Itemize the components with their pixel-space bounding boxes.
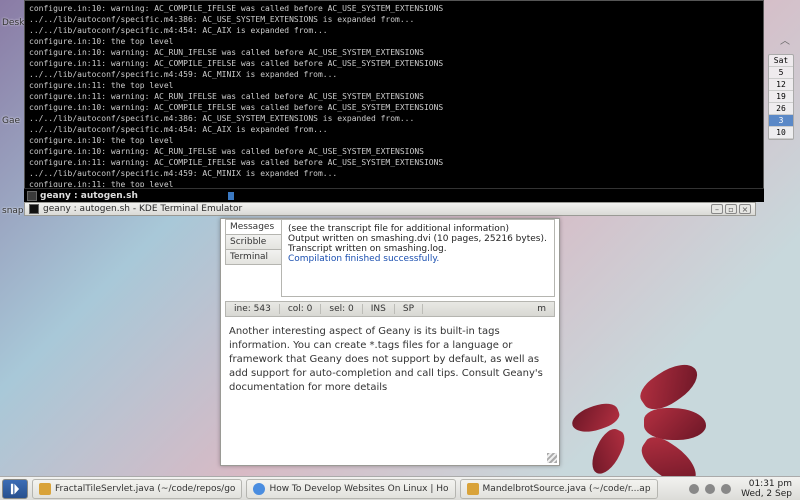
calendar-day[interactable]: 12	[769, 79, 793, 91]
status-extra: m	[529, 304, 554, 314]
calendar-day[interactable]: 5	[769, 67, 793, 79]
system-tray	[689, 484, 731, 494]
tray-icon[interactable]	[689, 484, 699, 494]
clock-time: 01:31 pm	[741, 479, 792, 489]
tray-icon[interactable]	[705, 484, 715, 494]
status-line: ine: 543	[226, 304, 280, 314]
konsole-title-text: geany : autogen.sh - KDE Terminal Emulat…	[43, 204, 242, 214]
konsole-icon	[29, 204, 39, 214]
tab-messages[interactable]: Messages	[225, 219, 281, 235]
status-enc: SP	[395, 304, 423, 314]
messages-body[interactable]: (see the transcript file for additional …	[281, 219, 555, 297]
messages-tab-strip: Messages Scribble Terminal	[225, 219, 281, 264]
tray-icon[interactable]	[721, 484, 731, 494]
file-icon	[467, 483, 479, 495]
desktop-calendar-widget[interactable]: Sat 5 12 19 26 3 10	[768, 54, 794, 140]
task-item-fractal[interactable]: FractalTileServlet.java (~/code/repos/go	[32, 479, 242, 499]
clock-date: Wed, 2 Sep	[741, 489, 792, 499]
terminal-activity-indicator	[228, 192, 234, 200]
konsole-titlebar[interactable]: geany : autogen.sh - KDE Terminal Emulat…	[24, 202, 756, 216]
task-item-label: FractalTileServlet.java (~/code/repos/go	[55, 484, 235, 494]
calendar-day[interactable]: 10	[769, 127, 793, 139]
terminal-output: configure.in:10: warning: AC_COMPILE_IFE…	[25, 1, 763, 187]
desktop-gae-icon[interactable]: Gae	[2, 116, 20, 126]
calendar-day-today[interactable]: 3	[769, 115, 793, 127]
k-menu-button[interactable]	[2, 479, 28, 499]
calendar-day[interactable]: 26	[769, 103, 793, 115]
desktop-snap-icon[interactable]: snap	[2, 206, 24, 216]
editor-statusbar: ine: 543 col: 0 sel: 0 INS SP m	[225, 301, 555, 317]
article-text: Another interesting aspect of Geany is i…	[229, 325, 551, 395]
messages-line: Transcript written on smashing.log.	[288, 244, 548, 254]
resize-grip-icon[interactable]	[547, 453, 557, 463]
status-col: col: 0	[280, 304, 322, 314]
terminal-tab-bar: geany : autogen.sh	[24, 188, 764, 202]
status-sel: sel: 0	[321, 304, 362, 314]
maximize-button[interactable]: ▫	[725, 204, 737, 214]
globe-icon	[253, 483, 265, 495]
minimize-button[interactable]: –	[711, 204, 723, 214]
calendar-header: Sat	[769, 55, 793, 67]
status-mode: INS	[363, 304, 395, 314]
taskbar-clock[interactable]: 01:31 pm Wed, 2 Sep	[735, 479, 798, 499]
kde-logo-icon	[8, 482, 22, 496]
geany-messages-panel: Messages Scribble Terminal (see the tran…	[220, 218, 560, 466]
calendar-day[interactable]: 19	[769, 91, 793, 103]
tab-terminal[interactable]: Terminal	[225, 249, 281, 265]
close-button[interactable]: ×	[739, 204, 751, 214]
messages-line: (see the transcript file for additional …	[288, 224, 548, 234]
messages-success-line: Compilation finished successfully.	[288, 254, 548, 264]
file-icon	[39, 483, 51, 495]
wallpaper-leaf	[602, 368, 722, 468]
terminal-tab-label[interactable]: geany : autogen.sh	[40, 191, 138, 201]
tab-scribble[interactable]: Scribble	[225, 234, 281, 250]
task-item-label: MandelbrotSource.java (~/code/r...ap	[483, 484, 651, 494]
task-item-mandelbrot[interactable]: MandelbrotSource.java (~/code/r...ap	[460, 479, 658, 499]
taskbar: FractalTileServlet.java (~/code/repos/go…	[0, 476, 800, 500]
terminal-tab-icon	[27, 191, 37, 201]
terminal-window[interactable]: configure.in:10: warning: AC_COMPILE_IFE…	[24, 0, 764, 200]
scroll-up-icon[interactable]: ︿	[780, 32, 790, 47]
messages-line: Output written on smashing.dvi (10 pages…	[288, 234, 548, 244]
task-item-howto[interactable]: How To Develop Websites On Linux | Ho	[246, 479, 455, 499]
task-item-label: How To Develop Websites On Linux | Ho	[269, 484, 448, 494]
